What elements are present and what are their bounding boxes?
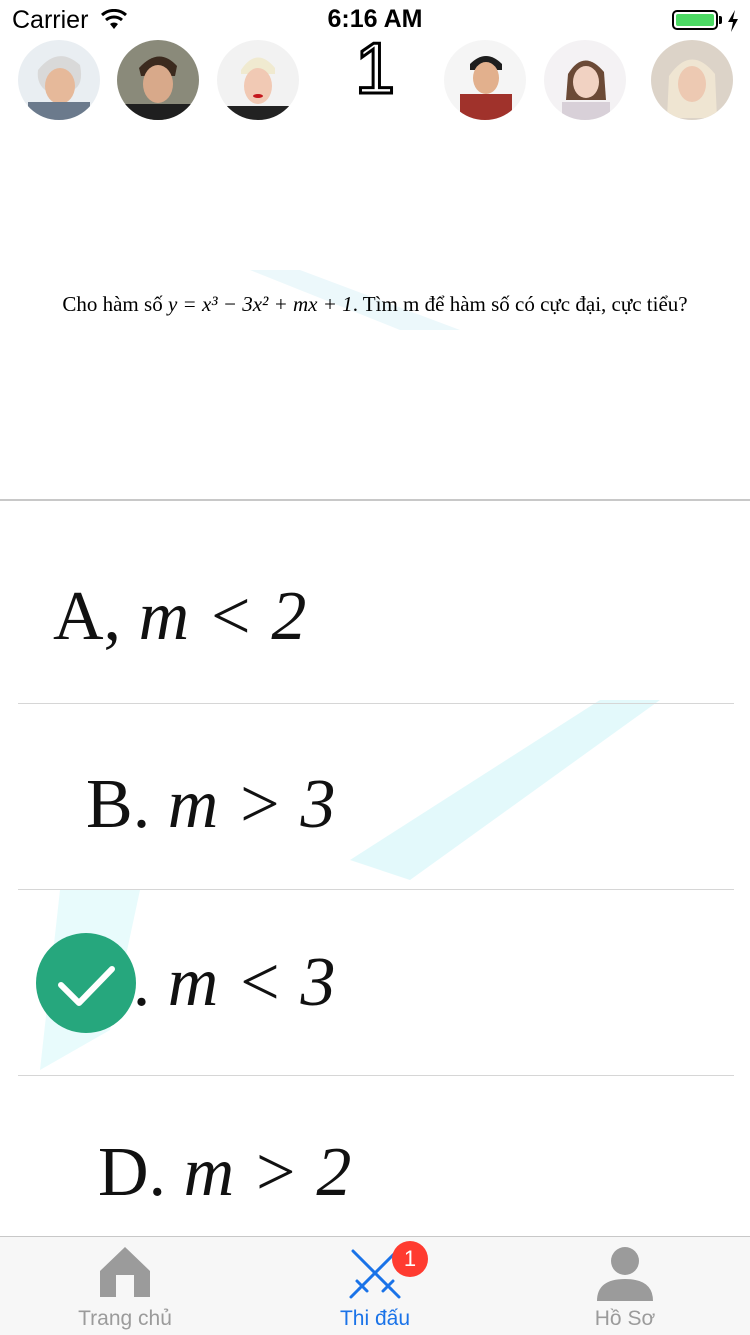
answer-option-a[interactable]: A, m < 2 bbox=[18, 524, 734, 710]
answer-option-b[interactable]: B. m > 3 bbox=[18, 712, 734, 898]
option-divider bbox=[18, 703, 734, 704]
tab-thi-dau[interactable]: 1 Thi đấu bbox=[250, 1237, 500, 1335]
notification-badge: 1 bbox=[392, 1241, 428, 1277]
option-divider bbox=[18, 1075, 734, 1076]
selected-check-icon bbox=[36, 933, 136, 1033]
person-icon bbox=[597, 1247, 653, 1301]
tab-home[interactable]: Trang chủ bbox=[0, 1237, 250, 1335]
question-text: Cho hàm số y = x³ − 3x² + mx + 1. Tìm m … bbox=[62, 292, 688, 316]
tab-profile[interactable]: Hồ Sơ bbox=[500, 1237, 750, 1335]
home-icon bbox=[100, 1247, 150, 1297]
question-formula: y = x³ − 3x² + mx + 1 bbox=[167, 292, 353, 316]
question-divider bbox=[0, 499, 750, 501]
tab-bar: Trang chủ 1 Thi đấu Hồ Sơ bbox=[0, 1236, 750, 1335]
